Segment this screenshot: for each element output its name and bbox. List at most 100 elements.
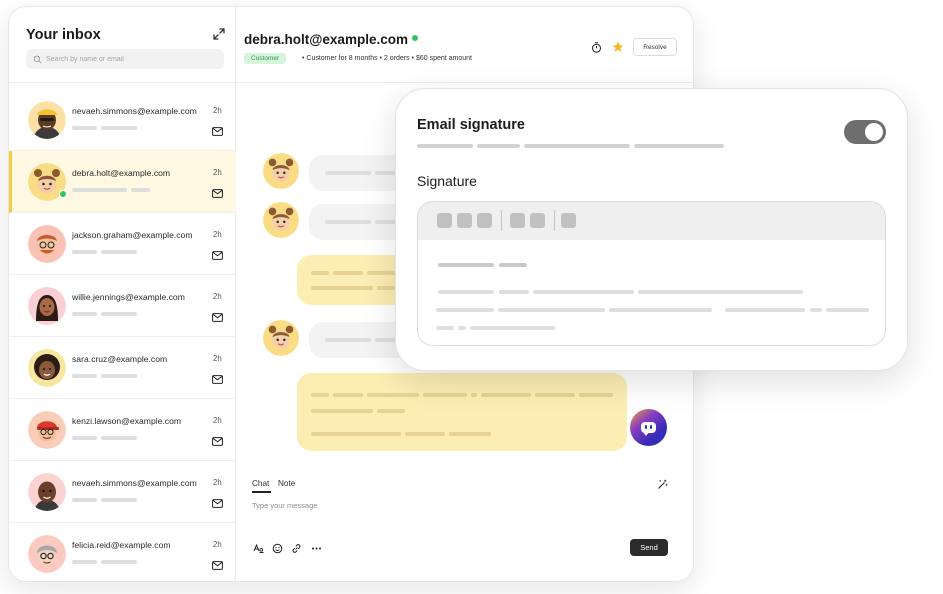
magic-wand-icon[interactable]	[657, 479, 668, 490]
text-placeholder	[311, 393, 329, 397]
preview-placeholder	[72, 498, 97, 502]
preview-placeholder	[72, 250, 97, 254]
avatar	[28, 535, 66, 573]
signature-editor[interactable]	[417, 201, 886, 346]
chatbot-avatar	[630, 409, 667, 446]
email-signature-card: Email signature Signature	[395, 88, 908, 371]
conversation-time: 2h	[213, 106, 222, 115]
signature-text-placeholder	[458, 326, 466, 330]
customer-meta: • Customer for 8 months • 2 orders • $60…	[302, 55, 472, 62]
inbox-title: Your inbox	[26, 27, 101, 43]
toolbar-button[interactable]	[477, 213, 492, 228]
active-tab-underline	[252, 491, 271, 493]
text-placeholder	[423, 393, 467, 397]
toolbar-button[interactable]	[457, 213, 472, 228]
preview-placeholder	[101, 436, 137, 440]
conversation-email: felicia.reid@example.com	[72, 540, 171, 550]
preview-placeholder	[72, 188, 127, 192]
conversation-item-active[interactable]: debra.holt@example.com 2h	[9, 151, 236, 213]
conversation-time: 2h	[213, 478, 222, 487]
star-icon[interactable]	[612, 41, 624, 53]
toolbar-separator	[554, 210, 555, 231]
more-icon[interactable]	[311, 543, 322, 554]
text-placeholder	[579, 393, 613, 397]
avatar	[28, 349, 66, 387]
conversation-email: willie.jennings@example.com	[72, 292, 185, 302]
conversation-email: jackson.graham@example.com	[72, 230, 193, 240]
editor-toolbar	[418, 202, 885, 240]
divider	[236, 82, 693, 83]
link-icon[interactable]	[291, 543, 302, 554]
conversation-item[interactable]: kenzi.lawson@example.com 2h	[9, 399, 236, 461]
avatar	[28, 287, 66, 325]
conversation-item[interactable]: jackson.graham@example.com 2h	[9, 213, 236, 275]
send-button[interactable]: Send	[630, 539, 668, 556]
text-placeholder	[535, 393, 575, 397]
toolbar-separator	[501, 210, 502, 231]
conversation-item[interactable]: willie.jennings@example.com 2h	[9, 275, 236, 337]
avatar	[28, 473, 66, 511]
signature-text-placeholder	[436, 326, 454, 330]
signature-text-placeholder	[470, 326, 555, 330]
toolbar-button[interactable]	[510, 213, 525, 228]
chatbot-icon-tail	[643, 432, 649, 436]
signature-text-placeholder	[438, 263, 494, 267]
search-input[interactable]	[46, 55, 216, 63]
preview-placeholder	[72, 436, 97, 440]
text-format-icon[interactable]	[253, 543, 264, 554]
mail-icon	[212, 127, 223, 136]
text-placeholder	[311, 286, 373, 290]
conversation-item[interactable]: sara.cruz@example.com 2h	[9, 337, 236, 399]
search-box[interactable]	[26, 49, 224, 69]
text-placeholder	[311, 409, 373, 413]
text-placeholder	[325, 338, 371, 342]
resolve-button[interactable]: Resolve	[633, 38, 677, 56]
avatar	[28, 101, 66, 139]
text-placeholder	[481, 393, 531, 397]
signature-text-placeholder	[436, 308, 494, 312]
mail-icon	[212, 499, 223, 508]
preview-placeholder	[101, 126, 137, 130]
preview-placeholder	[72, 374, 97, 378]
preview-placeholder	[101, 498, 137, 502]
signature-field-label: Signature	[417, 173, 477, 189]
toolbar-button[interactable]	[530, 213, 545, 228]
expand-icon[interactable]	[212, 27, 226, 41]
emoji-icon[interactable]	[272, 543, 283, 554]
customer-avatar	[263, 320, 299, 356]
agent-message-bubble	[297, 373, 627, 451]
signature-toggle[interactable]	[844, 120, 886, 144]
signature-text-placeholder	[609, 308, 712, 312]
toolbar-button[interactable]	[561, 213, 576, 228]
signature-text-placeholder	[638, 290, 803, 294]
text-placeholder	[367, 393, 419, 397]
conversation-item[interactable]: felicia.reid@example.com 2h	[9, 523, 236, 581]
customer-avatar	[263, 153, 299, 189]
conversation-item[interactable]: nevaeh.simmons@example.com 2h	[9, 89, 236, 151]
toolbar-button[interactable]	[437, 213, 452, 228]
conversation-email: nevaeh.simmons@example.com	[72, 478, 197, 488]
online-status-dot	[412, 35, 418, 41]
conversation-time: 2h	[213, 292, 222, 301]
tab-note[interactable]: Note	[278, 479, 295, 488]
message-input[interactable]	[252, 501, 632, 510]
conversation-email: nevaeh.simmons@example.com	[72, 106, 197, 116]
signature-text-placeholder	[499, 290, 529, 294]
description-placeholder	[417, 144, 473, 148]
toggle-knob	[865, 123, 883, 141]
tab-chat[interactable]: Chat	[252, 479, 269, 488]
online-indicator	[59, 190, 67, 198]
description-placeholder	[634, 144, 724, 148]
conversation-time: 2h	[213, 416, 222, 425]
conversation-item[interactable]: nevaeh.simmons@example.com 2h	[9, 461, 236, 523]
mail-icon	[212, 251, 223, 260]
mail-icon	[212, 437, 223, 446]
text-placeholder	[333, 393, 363, 397]
description-placeholder	[477, 144, 520, 148]
timer-icon[interactable]	[591, 42, 602, 53]
conversation-time: 2h	[213, 168, 222, 177]
signature-text-placeholder	[810, 308, 822, 312]
signature-text-placeholder	[725, 308, 805, 312]
conversation-time: 2h	[213, 354, 222, 363]
inbox-sidebar: Your inbox nevaeh.simmons@example.com 2h	[9, 7, 236, 581]
